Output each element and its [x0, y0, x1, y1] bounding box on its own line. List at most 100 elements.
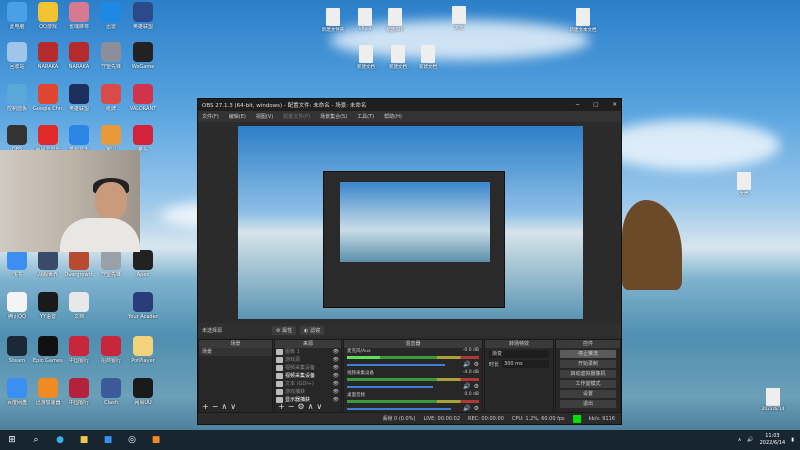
- desktop-icon[interactable]: Google Chrome: [33, 84, 63, 112]
- scene-item[interactable]: 场景: [199, 348, 272, 356]
- menu-edit[interactable]: 编辑(E): [229, 113, 246, 120]
- desktop-file[interactable]: 文档: [726, 172, 762, 197]
- gear-icon[interactable]: ⚙: [474, 383, 479, 390]
- properties-button[interactable]: ⚙ 属性: [272, 325, 297, 335]
- desktop-icon[interactable]: 迅游加速器: [33, 378, 63, 406]
- desktop-icon[interactable]: 网易云音乐: [33, 125, 63, 153]
- volume-slider[interactable]: [347, 385, 433, 388]
- gear-icon[interactable]: ⚙: [474, 405, 479, 412]
- desktop-icon[interactable]: 酷狗音乐: [64, 125, 94, 153]
- desktop-icon[interactable]: 雀魂麻将: [64, 2, 94, 30]
- menu-profile[interactable]: 配置文件(P): [283, 113, 310, 120]
- source-controls[interactable]: +−⚙∧∨: [275, 402, 341, 412]
- desktop-icon[interactable]: 英雄联盟: [128, 2, 158, 30]
- volume-icon[interactable]: 🔊: [747, 437, 753, 443]
- visibility-eye-icon[interactable]: 👁: [333, 372, 339, 380]
- speaker-icon[interactable]: 🔊: [463, 383, 470, 390]
- desktop-icon[interactable]: Steam: [2, 336, 32, 364]
- desktop-icon[interactable]: 回收站: [2, 42, 32, 70]
- desktop-icon[interactable]: 中国银行: [64, 336, 94, 364]
- source-item[interactable]: 游戏源 👁: [275, 356, 341, 364]
- desktop-icon[interactable]: Apex: [128, 250, 158, 278]
- desktop-icon[interactable]: NARAKA: [33, 42, 63, 70]
- filters-button[interactable]: ◐ 滤镜: [300, 325, 325, 335]
- desktop-icon[interactable]: 英雄联盟: [64, 84, 94, 112]
- gear-icon[interactable]: ⚙: [474, 361, 479, 368]
- control-button[interactable]: 启动虚拟摄像机: [560, 370, 616, 378]
- control-button[interactable]: 设置: [560, 390, 616, 398]
- edge-icon[interactable]: ●: [48, 430, 72, 450]
- transition-select[interactable]: 渐变: [489, 350, 549, 358]
- search-icon[interactable]: ⌕: [24, 430, 48, 450]
- desktop-icon[interactable]: WeGame: [128, 42, 158, 70]
- visibility-eye-icon[interactable]: 👁: [333, 364, 339, 372]
- desktop-file[interactable]: 2022/6/14: [755, 388, 791, 412]
- visibility-eye-icon[interactable]: 👁: [333, 380, 339, 388]
- desktop-icon[interactable]: VALORANT: [128, 84, 158, 112]
- desktop-icon[interactable]: 家园: [96, 125, 126, 153]
- visibility-eye-icon[interactable]: 👁: [333, 388, 339, 396]
- file-explorer-icon[interactable]: ■: [72, 430, 96, 450]
- close-button[interactable]: ✕: [612, 102, 617, 108]
- desktop-file[interactable]: 新建文本文档: [565, 8, 601, 33]
- desktop-icon[interactable]: OBS: [2, 125, 32, 153]
- desktop-icon[interactable]: 飞书: [2, 250, 32, 278]
- desktop-icon[interactable]: 守望先锋: [96, 42, 126, 70]
- desktop-icon[interactable]: 守望先锋: [96, 250, 126, 278]
- desktop-icon[interactable]: 迅雷: [96, 2, 126, 30]
- desktop-icon[interactable]: 百度网盘: [2, 378, 32, 406]
- desktop-file[interactable]: 新建文件夹: [315, 8, 351, 33]
- desktop-icon[interactable]: 招商银行: [96, 336, 126, 364]
- desktop-icon[interactable]: Overgrowth: [64, 250, 94, 278]
- clock[interactable]: 11:03 2022/6/14: [760, 433, 786, 447]
- desktop-file[interactable]: 游戏: [441, 6, 477, 31]
- source-item[interactable]: 视频采集设备 👁: [275, 364, 341, 372]
- source-item[interactable]: 文本 (GDI+) 👁: [275, 380, 341, 388]
- volume-slider[interactable]: [347, 363, 446, 366]
- desktop-file[interactable]: 新建文档: [348, 45, 384, 70]
- feishu-icon[interactable]: ■: [96, 430, 120, 450]
- control-button[interactable]: 停止推流: [560, 350, 616, 358]
- menu-view[interactable]: 视图(V): [256, 113, 273, 120]
- desktop-icon[interactable]: 中国银行: [64, 378, 94, 406]
- desktop-icon[interactable]: 纸牌: [96, 84, 126, 112]
- menu-file[interactable]: 文件(F): [202, 113, 219, 120]
- notification-icon[interactable]: ▮: [791, 437, 794, 443]
- menu-scene-collection[interactable]: 场景集合(S): [320, 113, 347, 120]
- source-item[interactable]: 视频采集设备 👁: [275, 372, 341, 380]
- menu-tools[interactable]: 工具(T): [357, 113, 374, 120]
- desktop-icon[interactable]: YY语音: [33, 292, 63, 320]
- desktop-icon[interactable]: 战舰世界: [33, 250, 63, 278]
- volume-slider[interactable]: [347, 407, 451, 410]
- maximize-button[interactable]: □: [593, 102, 598, 108]
- desktop-icon[interactable]: Your Academy: [128, 292, 158, 320]
- speaker-icon[interactable]: 🔊: [463, 405, 470, 412]
- desktop-icon[interactable]: 控制面板: [2, 84, 32, 112]
- control-button[interactable]: 退出: [560, 400, 616, 408]
- desktop-icon[interactable]: QQ游戏: [33, 2, 63, 30]
- desktop-icon[interactable]: 腾讯QQ: [2, 292, 32, 320]
- desktop-icon[interactable]: Epic Games Launcher: [33, 336, 63, 364]
- menu-help[interactable]: 帮助(H): [384, 113, 402, 120]
- preview-canvas[interactable]: [238, 126, 583, 319]
- start-button[interactable]: ⊞: [0, 430, 24, 450]
- app-icon[interactable]: ■: [144, 430, 168, 450]
- visibility-eye-icon[interactable]: 👁: [333, 348, 339, 356]
- obs-icon[interactable]: ◎: [120, 430, 144, 450]
- desktop-icon[interactable]: 文档: [64, 292, 94, 320]
- desktop-file[interactable]: 新建RTF: [377, 8, 413, 33]
- scene-controls[interactable]: +−∧∨: [199, 402, 272, 412]
- desktop-file[interactable]: 新建文档: [410, 45, 446, 70]
- desktop-icon[interactable]: Clash: [96, 378, 126, 406]
- tray-chevron-icon[interactable]: ∧: [738, 437, 742, 443]
- speaker-icon[interactable]: 🔊: [463, 361, 470, 368]
- desktop-icon[interactable]: NARAKA: [64, 42, 94, 70]
- source-item[interactable]: 游戏捕获 👁: [275, 388, 341, 396]
- desktop-icon[interactable]: 拳头: [128, 125, 158, 153]
- visibility-eye-icon[interactable]: 👁: [333, 356, 339, 364]
- minimize-button[interactable]: ─: [576, 102, 579, 108]
- duration-input[interactable]: 300 ms: [502, 360, 549, 368]
- desktop-icon[interactable]: PotPlayer: [128, 336, 158, 364]
- control-button[interactable]: 工作室模式: [560, 380, 616, 388]
- desktop-icon[interactable]: 网易UU: [128, 378, 158, 406]
